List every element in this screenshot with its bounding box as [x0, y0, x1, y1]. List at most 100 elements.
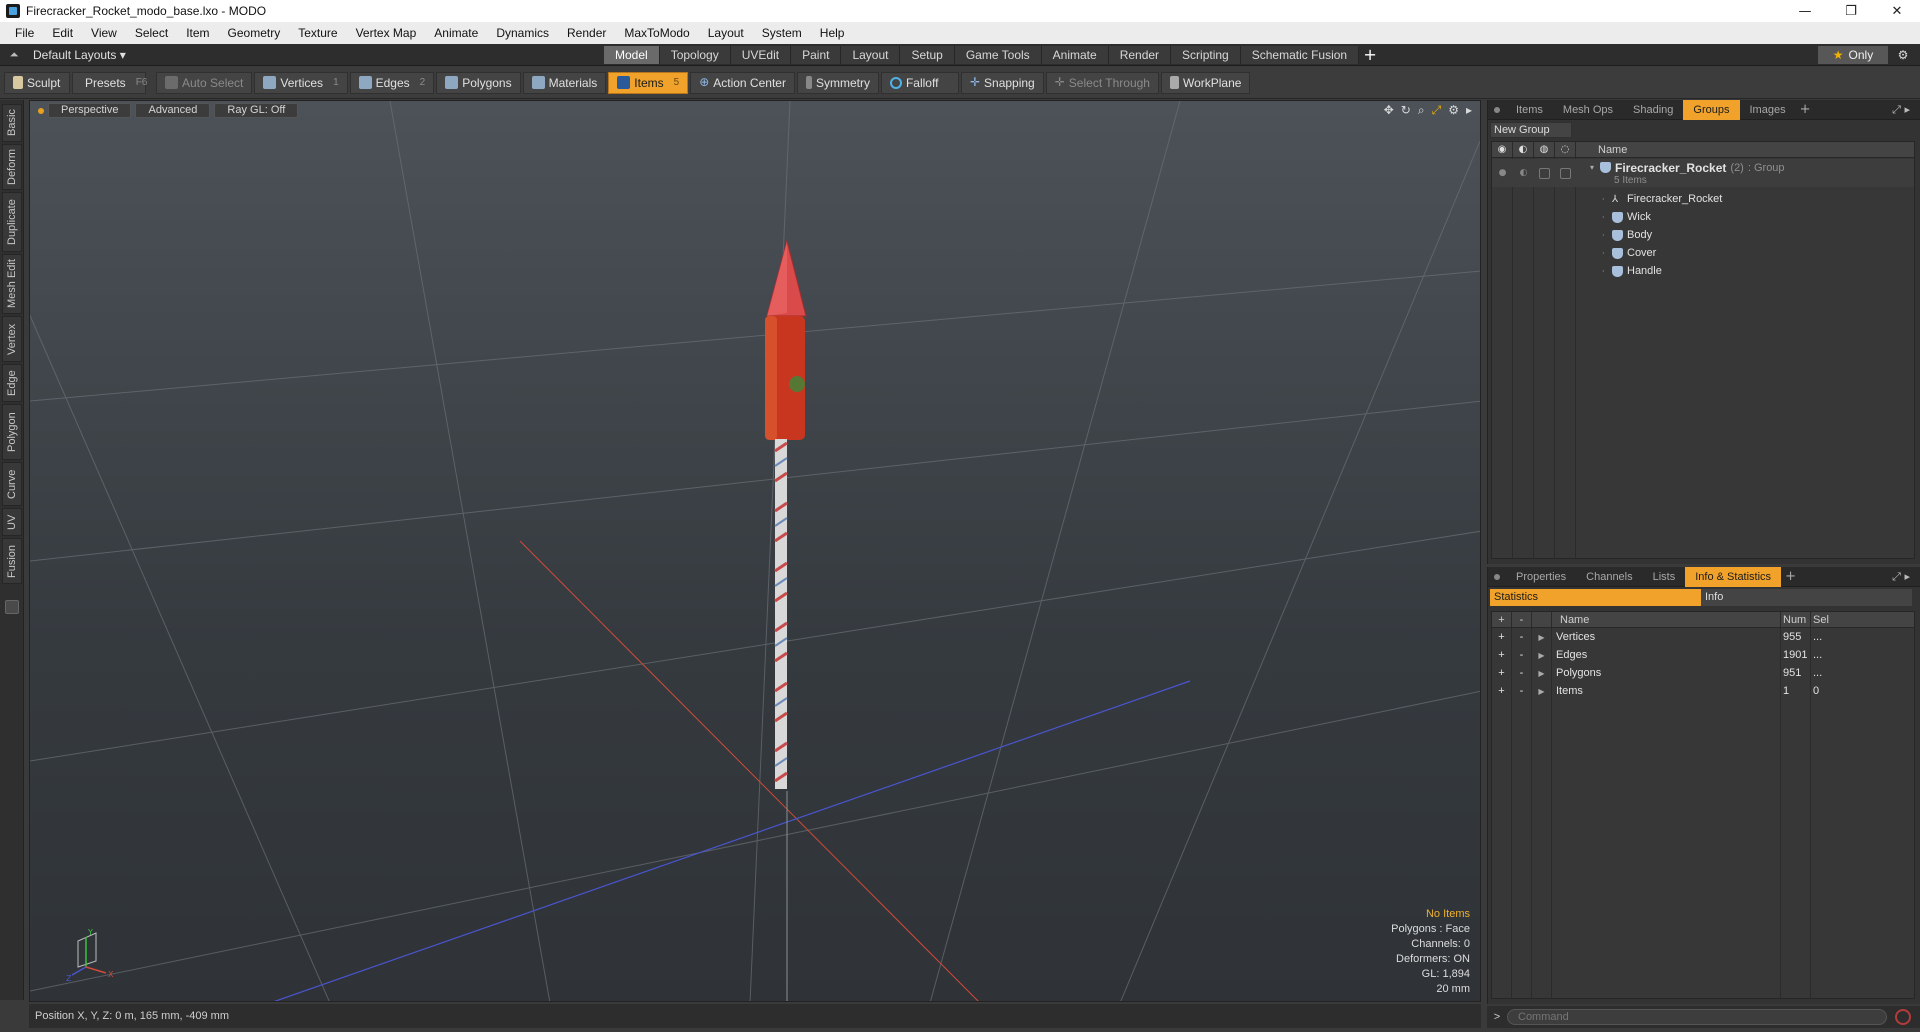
tab-groups[interactable]: Groups	[1683, 99, 1740, 120]
tab-mesh-ops[interactable]: Mesh Ops	[1553, 100, 1623, 120]
table-row[interactable]: + - ▶ Vertices 955 ...	[1492, 628, 1914, 646]
tab-schematic-fusion[interactable]: Schematic Fusion	[1240, 46, 1360, 64]
header-num[interactable]: Num	[1781, 612, 1811, 627]
expand-panel-icon[interactable]: ⤢ ▸	[1892, 100, 1910, 120]
vtab-vertex[interactable]: Vertex	[2, 316, 22, 362]
vtab-edge[interactable]: Edge	[2, 364, 22, 402]
tab-model[interactable]: Model	[604, 46, 660, 64]
vtab-curve[interactable]: Curve	[2, 462, 22, 506]
viewport-expand-icon[interactable]: ▸	[1466, 103, 1472, 118]
tab-setup[interactable]: Setup	[900, 46, 955, 64]
raygl-toggle[interactable]: Ray GL: Off	[214, 103, 299, 118]
add-panel-tab-button[interactable]: +	[1781, 569, 1800, 584]
menu-maxtomodo[interactable]: MaxToModo	[615, 26, 698, 40]
select-checkbox[interactable]	[1560, 167, 1571, 179]
group-child-row[interactable]: · Cover	[1492, 244, 1914, 262]
view-type-dropdown[interactable]: Perspective	[48, 103, 132, 118]
subtab-info[interactable]: Info	[1701, 589, 1912, 606]
vtab-uv[interactable]: UV	[2, 508, 22, 536]
menu-help[interactable]: Help	[811, 26, 854, 40]
menu-geometry[interactable]: Geometry	[219, 26, 290, 40]
command-input[interactable]	[1507, 1009, 1887, 1025]
header-name[interactable]: Name	[1552, 612, 1781, 627]
row-minus-button[interactable]: -	[1512, 682, 1532, 700]
tab-paint[interactable]: Paint	[791, 46, 842, 64]
panel-pin-icon[interactable]	[1494, 573, 1500, 580]
add-layout-tab-button[interactable]: +	[1359, 46, 1381, 64]
vtab-basic[interactable]: Basic	[2, 104, 22, 142]
menu-render[interactable]: Render	[558, 26, 615, 40]
snapping-button[interactable]: ✛ Snapping	[960, 71, 1044, 94]
tab-layout[interactable]: Layout	[841, 46, 901, 64]
vtab-deform[interactable]: Deform	[2, 144, 22, 190]
tab-topology[interactable]: Topology	[659, 46, 731, 64]
presets-button[interactable]: Presets F6	[72, 71, 147, 94]
sculpt-button[interactable]: Sculpt	[4, 71, 70, 94]
row-plus-button[interactable]: +	[1492, 664, 1512, 682]
row-plus-button[interactable]: +	[1492, 646, 1512, 664]
expand-triangle-icon[interactable]: ▶	[1532, 628, 1552, 646]
row-minus-button[interactable]: -	[1512, 664, 1532, 682]
eye-icon[interactable]: ●	[1492, 168, 1513, 178]
menu-edit[interactable]: Edit	[43, 26, 82, 40]
new-group-button[interactable]: New Group	[1490, 122, 1572, 138]
render-icon[interactable]: ◐	[1513, 168, 1534, 178]
tab-info-statistics[interactable]: Info & Statistics	[1685, 566, 1782, 587]
group-child-row[interactable]: · Wick	[1492, 208, 1914, 226]
3d-viewport[interactable]: Perspective Advanced Ray GL: Off ✥ ↻ ⌕ ⤢…	[29, 100, 1481, 1002]
edges-button[interactable]: Edges 2	[349, 71, 435, 94]
lock-checkbox[interactable]	[1539, 167, 1550, 179]
table-row[interactable]: + - ▶ Items 1 0	[1492, 682, 1914, 700]
close-button[interactable]: ✕	[1874, 0, 1920, 22]
items-button[interactable]: Items 5	[608, 71, 689, 94]
vtab-duplicate[interactable]: Duplicate	[2, 192, 22, 252]
zoom-icon[interactable]: ⌕	[1418, 103, 1425, 118]
select-through-button[interactable]: ✛ Select Through	[1045, 71, 1159, 94]
panel-pin-icon[interactable]	[1494, 106, 1500, 113]
symmetry-button[interactable]: Symmetry	[796, 71, 879, 94]
vtab-polygon[interactable]: Polygon	[2, 404, 22, 460]
stop-icon[interactable]	[1895, 1009, 1911, 1025]
visibility-column-icon[interactable]: ◉	[1492, 141, 1513, 158]
group-child-row[interactable]: · Handle	[1492, 262, 1914, 280]
lock-column-icon[interactable]: ◍	[1534, 141, 1555, 158]
row-minus-button[interactable]: -	[1512, 628, 1532, 646]
table-row[interactable]: + - ▶ Polygons 951 ...	[1492, 664, 1914, 682]
menu-dynamics[interactable]: Dynamics	[487, 26, 558, 40]
tab-shading[interactable]: Shading	[1623, 100, 1683, 120]
menu-layout[interactable]: Layout	[699, 26, 753, 40]
tab-images[interactable]: Images	[1740, 100, 1796, 120]
group-row[interactable]: ● ◐ ▾ Firecracker_Rocket (2) : Group 5 I…	[1492, 159, 1914, 187]
tab-items[interactable]: Items	[1506, 100, 1553, 120]
falloff-button[interactable]: Falloff	[880, 71, 959, 94]
polygons-button[interactable]: Polygons	[436, 71, 521, 94]
vertices-button[interactable]: Vertices 1	[254, 71, 348, 94]
tab-properties[interactable]: Properties	[1506, 567, 1576, 587]
row-plus-button[interactable]: +	[1492, 628, 1512, 646]
panel-toggle-button[interactable]	[5, 600, 19, 614]
layout-select[interactable]: Default Layouts ▾	[33, 48, 126, 62]
menu-system[interactable]: System	[753, 26, 811, 40]
layout-switch-icon[interactable]: ⏶	[5, 46, 23, 64]
auto-select-button[interactable]: Auto Select	[156, 71, 253, 94]
select-column-icon[interactable]: ◌	[1555, 141, 1576, 158]
tab-uvedit[interactable]: UVEdit	[730, 46, 792, 64]
viewport-menu-dot[interactable]	[38, 108, 44, 114]
expand-triangle-icon[interactable]: ▶	[1532, 664, 1552, 682]
workplane-button[interactable]: WorkPlane	[1160, 71, 1251, 94]
render-column-icon[interactable]: ◐	[1513, 141, 1534, 158]
menu-file[interactable]: File	[6, 26, 43, 40]
rotate-icon[interactable]: ↻	[1401, 103, 1411, 118]
materials-button[interactable]: Materials	[522, 71, 607, 94]
action-center-button[interactable]: ⊕ Action Center	[690, 71, 795, 94]
tab-scripting[interactable]: Scripting	[1171, 46, 1241, 64]
expand-panel-icon[interactable]: ⤢ ▸	[1892, 567, 1910, 587]
menu-animate[interactable]: Animate	[425, 26, 487, 40]
maximize-viewport-icon[interactable]: ⤢	[1432, 103, 1442, 118]
maximize-button[interactable]: ❐	[1828, 0, 1874, 22]
tab-render[interactable]: Render	[1108, 46, 1172, 64]
menu-view[interactable]: View	[82, 26, 126, 40]
menu-item[interactable]: Item	[177, 26, 218, 40]
row-plus-button[interactable]: +	[1492, 682, 1512, 700]
menu-select[interactable]: Select	[126, 26, 177, 40]
